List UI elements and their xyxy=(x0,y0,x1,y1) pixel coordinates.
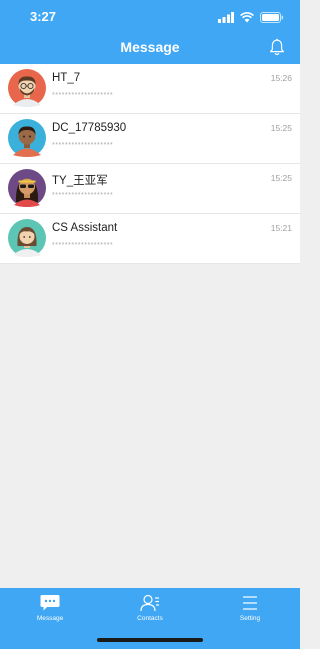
message-preview: ******************* xyxy=(52,192,114,199)
contact-name: TY_王亚军 xyxy=(52,175,108,187)
tab-contacts[interactable]: Contacts xyxy=(120,594,180,622)
message-preview: ******************* xyxy=(52,92,114,99)
message-time: 15:25 xyxy=(270,173,292,183)
header-bar: 3:27 Message xyxy=(0,0,300,64)
chat-bubble-icon xyxy=(40,595,60,611)
menu-lines-icon xyxy=(243,596,257,610)
conversation-row[interactable]: TY_王亚军 ******************* 15:25 xyxy=(0,164,300,214)
message-time: 15:26 xyxy=(270,73,292,83)
contacts-icon xyxy=(140,594,159,612)
status-time: 3:27 xyxy=(30,9,57,24)
wifi-icon xyxy=(240,11,254,22)
status-icons xyxy=(218,11,284,23)
contact-name: CS Assistant xyxy=(52,222,118,234)
avatar xyxy=(8,69,46,107)
signal-icon xyxy=(218,11,234,23)
tab-message[interactable]: Message xyxy=(20,594,80,622)
bell-icon[interactable] xyxy=(268,38,286,56)
avatar xyxy=(8,219,46,257)
message-preview: ******************* xyxy=(52,142,114,149)
message-time: 15:21 xyxy=(270,223,292,233)
conversation-row[interactable]: HT_7 ******************* 15:26 xyxy=(0,64,300,114)
conversation-row[interactable]: CS Assistant ******************* 15:21 xyxy=(0,214,300,264)
message-preview: ******************* xyxy=(52,242,114,249)
conversation-row[interactable]: DC_17785930 ******************* 15:25 xyxy=(0,114,300,164)
tab-label: Contacts xyxy=(137,615,163,622)
tab-setting[interactable]: Setting xyxy=(220,594,280,622)
tab-label: Message xyxy=(36,615,64,622)
message-time: 15:25 xyxy=(270,123,292,133)
contact-name: DC_17785930 xyxy=(52,122,127,134)
home-indicator xyxy=(97,638,203,642)
avatar xyxy=(8,169,46,207)
conversation-list: HT_7 ******************* 15:26 DC_177859… xyxy=(0,64,300,264)
page-title: Message xyxy=(120,39,180,55)
contact-name: HT_7 xyxy=(52,72,81,84)
battery-icon xyxy=(260,11,284,23)
avatar xyxy=(8,119,46,157)
tab-label: Setting xyxy=(239,615,261,622)
